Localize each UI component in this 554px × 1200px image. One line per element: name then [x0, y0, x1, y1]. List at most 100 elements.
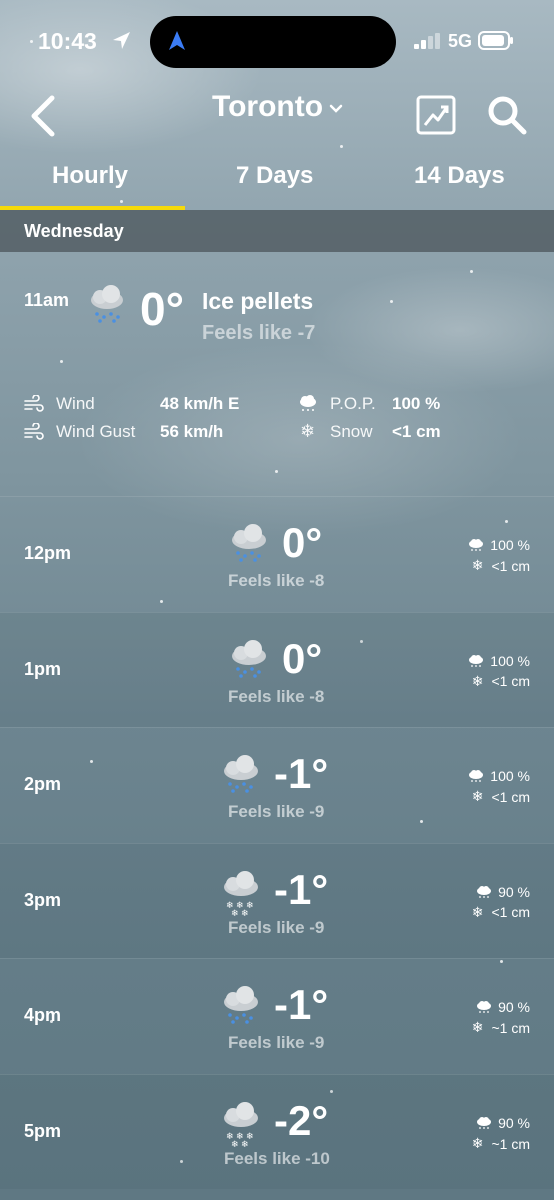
- svg-text:❄: ❄: [241, 909, 249, 916]
- hour-snow: ❄ <1 cm: [472, 673, 530, 690]
- navigation-arrow-icon: [169, 31, 185, 50]
- current-temperature: 0°: [140, 283, 184, 335]
- snow-icon: ❄ ❄ ❄ ❄ ❄: [220, 870, 262, 921]
- snowflake-icon: ❄: [471, 903, 484, 920]
- snowflake-icon: ❄: [471, 672, 484, 689]
- current-condition: Ice pellets: [202, 288, 314, 314]
- hour-time: 3pm: [24, 889, 62, 910]
- hour-temperature: 0°: [282, 634, 323, 682]
- precip-cloud-icon: [469, 654, 484, 667]
- hourly-row[interactable]: 12pm 0° Feels like -8 100 % ❄ <1 cm: [0, 496, 554, 611]
- hour-temperature: -1°: [274, 981, 329, 1029]
- hourly-row[interactable]: 2pm -1° Feels like -9 100 % ❄ <1 cm: [0, 727, 554, 842]
- network-type: 5G: [448, 31, 473, 51]
- hour-pop-value: 90 %: [498, 883, 530, 900]
- hour-snow: ❄ <1 cm: [472, 788, 530, 805]
- location-arrow-icon: [113, 32, 130, 49]
- hour-pop-value: 100 %: [490, 768, 530, 785]
- day-label: Wednesday: [24, 221, 124, 241]
- hour-pop-value: 100 %: [490, 652, 530, 669]
- hour-time: 4pm: [24, 1005, 62, 1026]
- hour-pop: 100 %: [468, 768, 530, 784]
- hour-pop: 90 %: [476, 884, 530, 900]
- dynamic-island: [150, 16, 396, 68]
- hour-time: 1pm: [24, 658, 62, 679]
- ice-pellets-icon: [220, 754, 262, 805]
- svg-text:❄: ❄: [231, 909, 239, 916]
- hour-pop: 90 %: [476, 999, 530, 1015]
- hour-snow-value: ~1 cm: [491, 1135, 530, 1152]
- hour-temperature: -2°: [274, 1097, 329, 1144]
- trend-chart-icon[interactable]: [416, 95, 456, 135]
- hour-snow-value: ~1 cm: [491, 1019, 530, 1036]
- hour-temperature: -1°: [274, 865, 329, 913]
- ice-pellets-icon: [91, 285, 123, 323]
- precip-cloud-icon: [300, 395, 316, 411]
- tab-14-days[interactable]: 14 Days: [414, 162, 505, 190]
- hour-pop-value: 100 %: [490, 537, 530, 553]
- hour-pop: 100 %: [468, 537, 530, 553]
- hour-feels-like: Feels like -8: [228, 571, 325, 590]
- hour-pop: 90 %: [476, 1115, 530, 1131]
- ice-pellets-icon: [228, 523, 270, 574]
- hour-feels-like: Feels like -9: [228, 802, 325, 822]
- svg-text:❄: ❄: [241, 1140, 249, 1147]
- precip-cloud-icon: [477, 1117, 492, 1129]
- search-icon[interactable]: [486, 94, 528, 136]
- hourly-row[interactable]: 3pm ❄ ❄ ❄ ❄ ❄ -1° Feels like -9 90 % ❄ <1 cm: [0, 842, 554, 958]
- back-chevron-icon[interactable]: [26, 94, 60, 138]
- chevron-down-icon: [329, 104, 343, 113]
- hour-snow: ❄ ~1 cm: [472, 1019, 530, 1036]
- snowflake-icon: ❄: [471, 557, 484, 573]
- signal-bars-icon: [414, 33, 440, 49]
- snowflake-icon: ❄: [300, 421, 316, 441]
- tab-hourly[interactable]: Hourly: [52, 162, 128, 190]
- hour-time: 2pm: [24, 774, 62, 795]
- snowflake-icon: ❄: [471, 1135, 484, 1151]
- precip-cloud-icon: [477, 1001, 492, 1014]
- wind-gust-label: Wind Gust: [56, 422, 136, 441]
- wind-gust-value: 56 km/h: [160, 422, 224, 441]
- city-selector[interactable]: Toronto: [212, 90, 343, 124]
- hour-pop-value: 90 %: [498, 999, 530, 1016]
- wind-icon: [24, 395, 44, 412]
- wind-label: Wind: [56, 394, 95, 413]
- hourly-row[interactable]: 5pm ❄ ❄ ❄ ❄ ❄ -2° Feels like -10 90 % ❄ ~1 cm: [0, 1074, 554, 1189]
- pop-label: P.O.P.: [330, 394, 376, 413]
- hour-snow-value: <1 cm: [491, 557, 530, 574]
- hour-snow-value: <1 cm: [491, 673, 530, 690]
- svg-text:❄: ❄: [231, 1140, 239, 1147]
- hour-time: 12pm: [24, 543, 72, 563]
- wind-gust-icon: [24, 423, 44, 440]
- hour-time: 5pm: [24, 1121, 62, 1141]
- snow-value: <1 cm: [392, 422, 441, 441]
- wind-value: 48 km/h E: [160, 394, 240, 413]
- hour-pop: 100 %: [468, 653, 530, 669]
- precip-cloud-icon: [469, 770, 484, 783]
- status-bar: 10:43 5G: [0, 0, 554, 80]
- snow-icon: ❄ ❄ ❄ ❄ ❄: [220, 1101, 262, 1152]
- city-name: Toronto: [212, 90, 324, 123]
- hour-feels-like: Feels like -10: [224, 1149, 330, 1168]
- hour-temperature: -1°: [274, 750, 329, 798]
- precip-cloud-icon: [469, 539, 484, 551]
- hour-feels-like: Feels like -9: [228, 917, 325, 937]
- hour-feels-like: Feels like -9: [228, 1033, 325, 1053]
- hour-pop-value: 90 %: [498, 1115, 530, 1131]
- hourly-row[interactable]: 1pm 0° Feels like -8 100 % ❄ <1 cm: [0, 611, 554, 727]
- snow-label: Snow: [330, 422, 373, 441]
- ice-pellets-icon: [228, 639, 270, 690]
- snowflake-icon: ❄: [471, 788, 484, 805]
- current-feels-like: Feels like -7: [202, 322, 316, 344]
- hourly-row[interactable]: 4pm -1° Feels like -9 90 % ❄ ~1 cm: [0, 958, 554, 1073]
- hour-temperature: 0°: [282, 519, 323, 566]
- status-time: 10:43: [38, 28, 97, 54]
- battery-icon: [478, 31, 513, 50]
- tab-7-days[interactable]: 7 Days: [236, 162, 313, 190]
- hour-snow: ❄ ~1 cm: [472, 1135, 530, 1152]
- hour-snow: ❄ <1 cm: [472, 557, 530, 574]
- hour-snow-value: <1 cm: [491, 904, 530, 921]
- snowflake-icon: ❄: [471, 1019, 484, 1036]
- precip-cloud-icon: [477, 885, 492, 898]
- hour-feels-like: Feels like -8: [228, 686, 325, 706]
